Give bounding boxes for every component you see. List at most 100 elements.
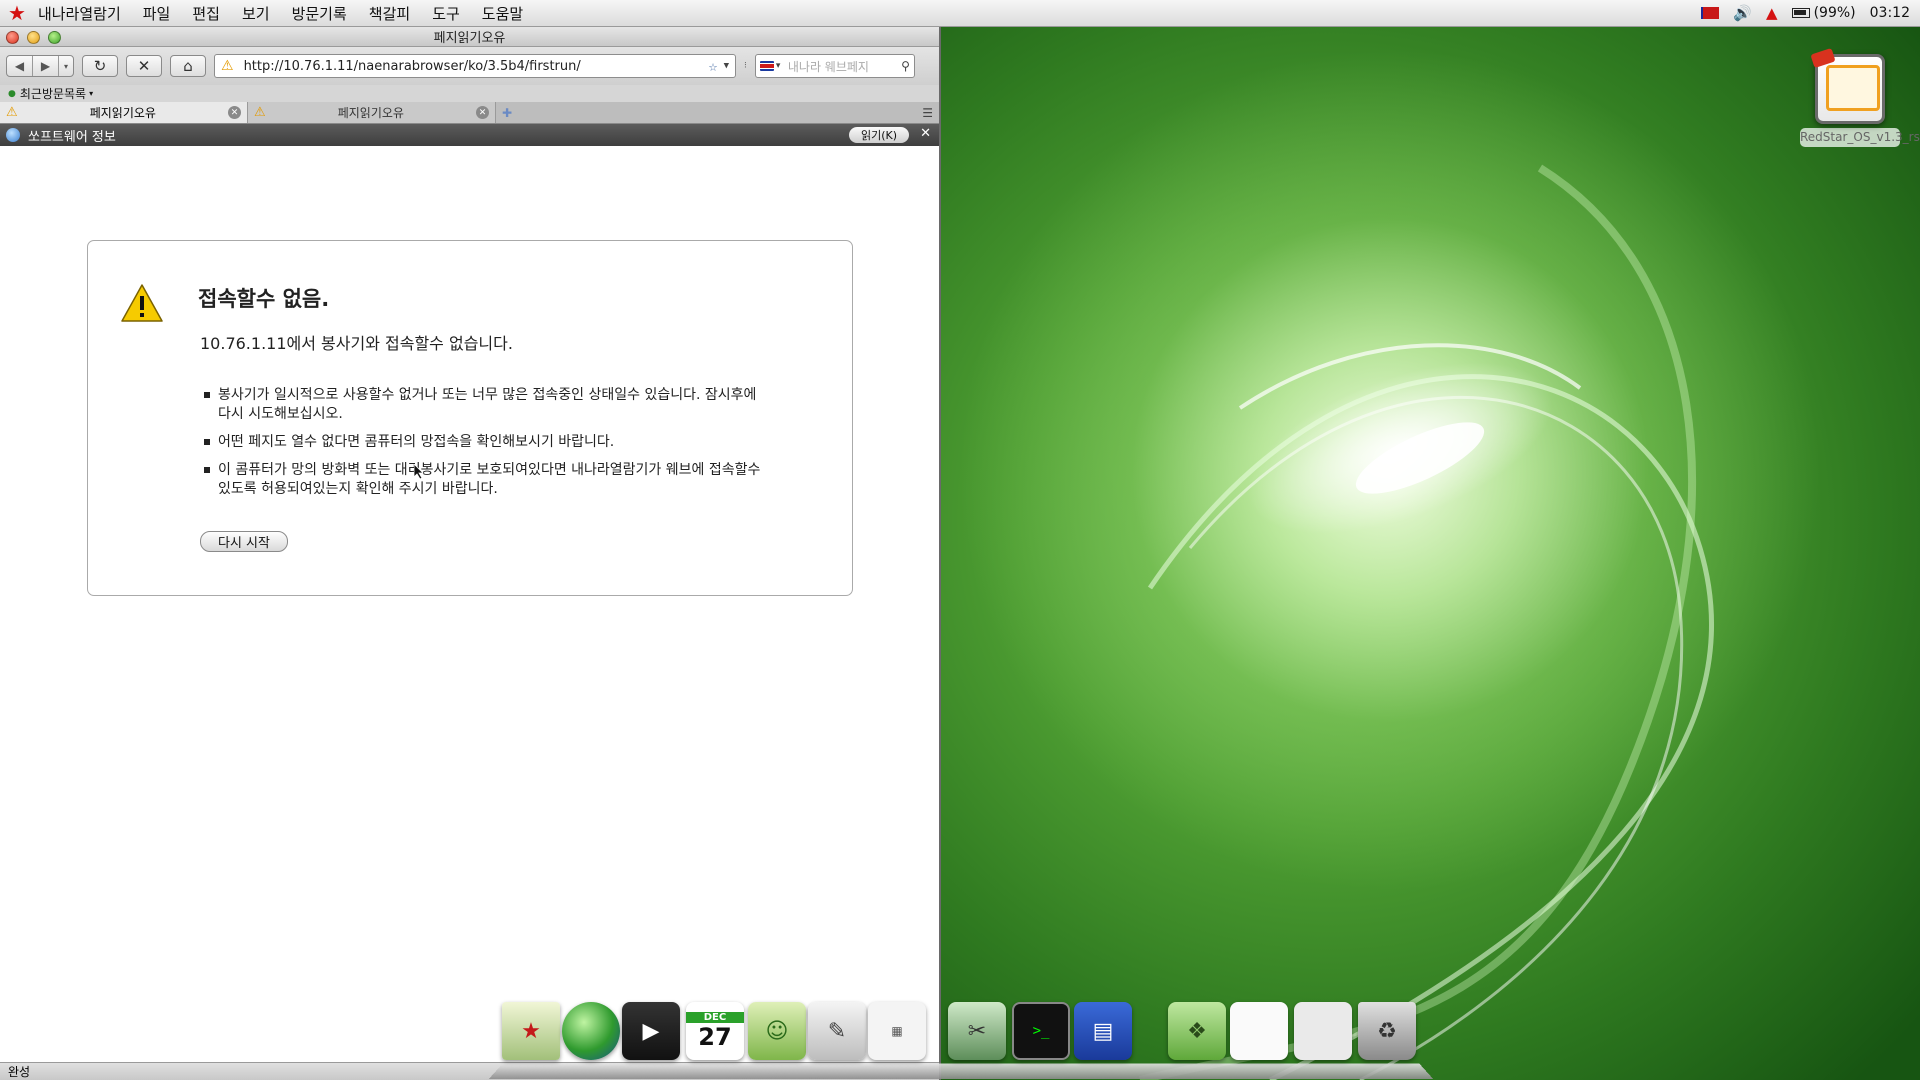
globe-icon[interactable] [562,1002,620,1060]
back-button[interactable]: ◀ [7,56,33,76]
flag-icon[interactable] [1701,7,1720,19]
warning-icon: ⚠ [221,58,234,74]
global-menu-bar: ★ 내나라열람기 파일 편집 보기 방문기록 책갈피 도구 도움말 🔊 ▲ (9… [0,0,1920,27]
search-engine-selector[interactable]: ▾ [759,61,788,71]
tab-label: 페지읽기오유 [337,106,404,120]
tab-1[interactable]: ⚠ 페지읽기오유 ✕ [0,102,248,123]
menu-edit[interactable]: 편집 [181,3,231,24]
trash-icon[interactable]: ♻ [1358,1002,1416,1060]
error-suggestion-list: 봉사기가 일시적으로 사용할수 없거나 또는 너무 많은 접속중인 상태일수 있… [204,386,769,508]
info-icon [6,128,20,142]
battery-icon [1791,8,1810,18]
book-icon[interactable]: ★ [502,1002,560,1060]
forward-button[interactable]: ▶ [33,56,59,76]
menu-help[interactable]: 도움말 [471,3,534,24]
tab-list-icon[interactable]: ☰ [922,106,933,120]
tab-label: 페지읽기오유 [89,106,156,120]
tab-close-icon[interactable]: ✕ [476,106,489,119]
notification-bar: 쏘프트웨어 정보 읽기(K) ✕ [0,124,939,146]
page-content: 접속할수 없음. 10.76.1.11에서 봉사기와 접속할수 없습니다. 봉사… [0,188,939,1072]
chevron-down-icon: ▾ [775,61,781,71]
window-minimize-button[interactable] [27,31,40,44]
window-close-button[interactable] [6,31,19,44]
bookmarks-toolbar: ● 최근방문목록 ▾ [0,85,939,102]
presentation-file-icon [1815,54,1885,124]
error-suggestion-item: 어떤 페지도 열수 없다면 콤퓨터의 망접속을 확인해보시기 바랍니다. [204,433,769,452]
forward-arrow-icon: ▶ [40,59,51,73]
error-title: 접속할수 없음. [198,287,330,311]
window-controls [6,31,61,44]
window-titlebar[interactable]: 페지읽기오유 [0,27,939,47]
back-forward-group: ◀ ▶ ▾ [6,55,74,77]
address-bar[interactable]: ⚠ http://10.76.1.11/naenarabrowser/ko/3.… [214,54,736,78]
mouse-pointer-icon [414,464,424,480]
calendar-day: 27 [698,1022,732,1051]
read-button[interactable]: 읽기(K) [848,127,909,143]
menu-tools[interactable]: 도구 [421,3,471,24]
folder-icon[interactable]: ❖ [1168,1002,1226,1060]
tab-2[interactable]: ⚠ 페지읽기오유 ✕ [248,102,496,123]
window-icon[interactable] [1294,1002,1352,1060]
desktop-swirl-decoration [1139,164,1714,1080]
clock[interactable]: 03:12 [1870,5,1910,21]
search-bar[interactable]: ▾ 내나라 웨브페지 ⚲ [754,54,915,78]
desktop-file-presentation[interactable]: RedStar_OS_v1.3_rs.odp [1800,54,1920,147]
dock-shelf [488,1063,1434,1079]
film-icon[interactable]: ▶ [622,1002,680,1060]
menu-view[interactable]: 보기 [231,3,281,24]
menu-history[interactable]: 방문기록 [281,3,358,24]
browser-window: 페지읽기오유 ◀ ▶ ▾ ↻ ✕ ⌂ ⚠ http://10.76.1.11/n… [0,27,941,1080]
tab-bar: ⚠ 페지읽기오유 ✕ ⚠ 페지읽기오유 ✕ ✚ ☰ [0,102,939,124]
history-dropdown-button[interactable]: ▾ [59,56,73,76]
menubar-status-area: 🔊 ▲ (99%) 03:12 [1701,4,1920,22]
battery-percent: (99%) [1813,5,1856,21]
home-button[interactable]: ⌂ [170,55,206,77]
search-engine-flag-icon [759,61,774,71]
reload-button[interactable]: ↻ [82,55,118,77]
flame-icon[interactable]: ▲ [1766,4,1778,22]
recent-visits-bookmark[interactable]: 최근방문목록 [20,85,86,102]
toolbar-separator-handle[interactable]: ⁝ [744,61,747,71]
reload-icon: ↻ [93,57,107,75]
terminal-icon[interactable]: >_ [1012,1002,1070,1060]
desktop-file-label: RedStar_OS_v1.3_rs.odp [1800,128,1920,147]
calendar-month: DEC [686,1011,744,1023]
back-arrow-icon: ◀ [14,59,25,73]
search-input[interactable]: 내나라 웨브페지 [788,58,901,75]
window-icon[interactable] [1230,1002,1288,1060]
calendar-icon[interactable]: DEC 27 [686,1002,744,1060]
window-maximize-button[interactable] [48,31,61,44]
photos-icon[interactable]: ▤ [1074,1002,1132,1060]
menu-file[interactable]: 파일 [132,3,182,24]
bookmark-folder-icon: ● [8,88,16,99]
chevron-down-icon: ▾ [63,61,68,71]
calculator-icon[interactable]: ▦ [868,1002,926,1060]
stop-icon: ✕ [137,57,151,75]
menu-app-name[interactable]: 내나라열람기 [36,3,132,24]
window-title: 페지읽기오유 [433,31,506,46]
search-icon[interactable]: ⚲ [901,59,910,73]
red-star-menu-icon[interactable]: ★ [8,3,26,23]
menu-bookmarks[interactable]: 책갈피 [358,3,421,24]
tab-close-icon[interactable]: ✕ [228,106,241,119]
contacts-icon[interactable]: ☺ [748,1002,806,1060]
warning-triangle-icon [121,284,163,322]
url-text[interactable]: http://10.76.1.11/naenarabrowser/ko/3.5b… [244,59,703,74]
bookmark-star-icon[interactable]: ☆ [709,57,718,75]
close-icon[interactable]: ✕ [920,126,931,141]
error-suggestion-item: 이 콤퓨터가 망의 방화벽 또는 대리봉사기로 보호되여있다면 내나라열람기가 … [204,461,769,499]
tools-icon[interactable]: ✂ [948,1002,1006,1060]
retry-button[interactable]: 다시 시작 [200,531,288,552]
error-panel: 접속할수 없음. 10.76.1.11에서 봉사기와 접속할수 없습니다. 봉사… [87,240,853,596]
editor-icon[interactable]: ✎ [808,1002,866,1060]
new-tab-icon[interactable]: ✚ [502,106,512,120]
speaker-icon[interactable]: 🔊 [1733,4,1752,22]
url-dropdown-icon[interactable]: ▼ [724,61,729,71]
home-icon: ⌂ [183,57,193,75]
warning-icon: ⚠ [254,105,266,120]
stop-button[interactable]: ✕ [126,55,162,77]
status-text: 완성 [8,1065,31,1079]
error-description: 10.76.1.11에서 봉사기와 접속할수 없습니다. [200,334,513,353]
battery-indicator[interactable]: (99%) [1791,5,1856,21]
chevron-down-icon[interactable]: ▾ [89,89,93,98]
